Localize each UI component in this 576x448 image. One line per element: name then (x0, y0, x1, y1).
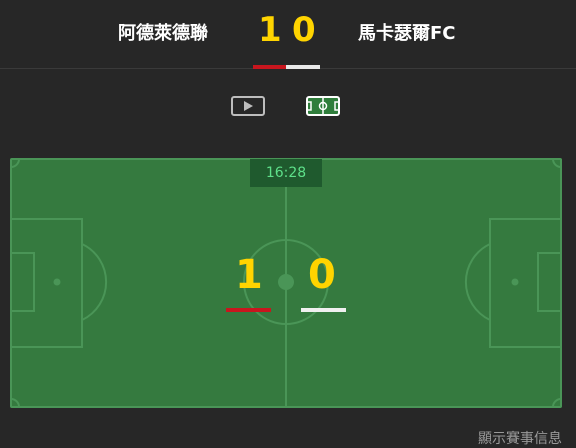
video-view-button[interactable] (231, 94, 265, 118)
view-toggle (0, 90, 576, 122)
away-team-name[interactable]: 馬卡瑟爾FC (358, 19, 456, 45)
home-color-bar (253, 65, 286, 69)
pitch-home-score: 1 (235, 252, 263, 298)
pitch-markings (10, 158, 562, 408)
match-clock: 16:28 (250, 159, 322, 187)
away-score: 0 (292, 10, 316, 50)
away-color-bar (286, 65, 320, 69)
pitch-view: 16:28 1 0 (10, 158, 562, 408)
home-score: 1 (258, 10, 282, 50)
pitch-away-score: 0 (308, 252, 336, 298)
play-icon (231, 96, 265, 116)
pitch-home-bar (226, 308, 271, 312)
scoreboard-header: 阿德萊德聯 1 0 馬卡瑟爾FC (0, 0, 576, 69)
home-team-name[interactable]: 阿德萊德聯 (118, 19, 208, 45)
pitch-away-bar (301, 308, 346, 312)
pitch-icon (306, 96, 340, 116)
show-match-info-link[interactable]: 顯示賽事信息 (478, 428, 562, 448)
field-view-button[interactable] (306, 94, 340, 118)
